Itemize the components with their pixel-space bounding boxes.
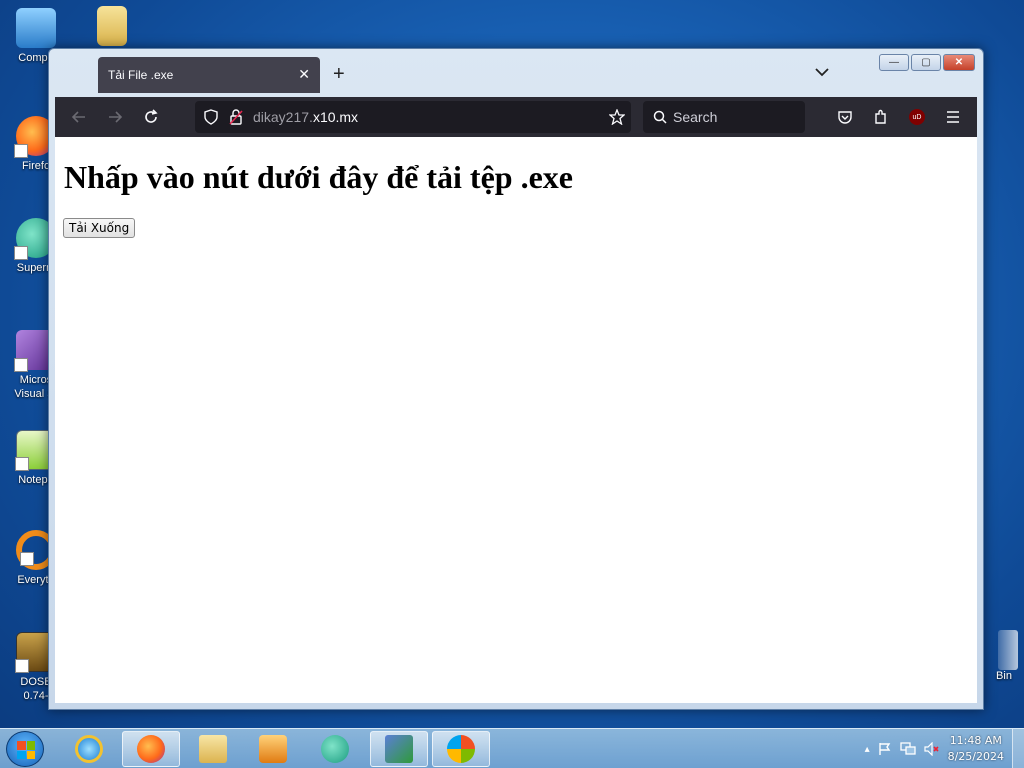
arrow-right-icon	[109, 111, 123, 123]
pocket-button[interactable]	[829, 103, 861, 131]
shortcut-arrow-icon	[15, 457, 29, 471]
desktop-icon-recycle-bin[interactable]: Bin	[984, 630, 1024, 682]
pocket-icon	[838, 111, 852, 124]
list-all-tabs-button[interactable]	[815, 65, 829, 80]
back-button[interactable]	[61, 103, 97, 131]
bookmark-star-icon[interactable]	[609, 109, 625, 125]
taskbar-app-checklist[interactable]	[370, 731, 428, 767]
search-icon	[653, 110, 667, 124]
lock-insecure-icon[interactable]	[229, 109, 243, 125]
reload-icon	[145, 109, 158, 123]
maximize-button[interactable]: ▢	[911, 54, 941, 71]
supermium-icon	[321, 735, 349, 763]
tab-close-icon[interactable]: ✕	[298, 66, 310, 83]
window-controls: — ▢ ✕	[879, 54, 975, 71]
browser-window: — ▢ ✕ Tải File .exe ✕ + dikay217.x10.mx	[48, 48, 984, 710]
clock[interactable]: 11:48 AM 8/25/2024	[948, 733, 1004, 765]
reload-button[interactable]	[133, 103, 169, 131]
system-tray: ▴ 11:48 AM 8/25/2024	[865, 729, 1004, 768]
forward-button[interactable]	[97, 103, 133, 131]
extensions-button[interactable]	[865, 103, 897, 131]
network-icon[interactable]	[899, 742, 916, 756]
url-text[interactable]: dikay217.x10.mx	[253, 109, 358, 125]
folder-icon	[97, 6, 127, 46]
desktop-icon-label: Bin	[996, 670, 1012, 682]
windows-logo-icon	[17, 741, 35, 759]
url-domain: x10.mx	[312, 109, 359, 125]
tray-overflow-button[interactable]: ▴	[865, 744, 870, 755]
ublock-button[interactable]: uD	[901, 103, 933, 131]
new-tab-button[interactable]: +	[333, 63, 345, 86]
puzzle-icon	[875, 109, 886, 124]
show-desktop-button[interactable]	[1012, 729, 1024, 768]
navigation-toolbar: dikay217.x10.mx Search uD	[55, 97, 977, 137]
ublock-icon: uD	[909, 109, 925, 125]
internet-explorer-icon	[75, 735, 103, 763]
computer-icon	[16, 8, 56, 48]
checklist-app-icon	[385, 735, 413, 763]
taskbar-media-player[interactable]	[244, 731, 302, 767]
chevron-down-icon	[815, 68, 829, 77]
close-window-button[interactable]: ✕	[943, 54, 975, 71]
taskbar-windows-app[interactable]	[432, 731, 490, 767]
toolbar-right: uD	[829, 103, 969, 131]
search-bar[interactable]: Search	[643, 101, 805, 133]
clock-time: 11:48 AM	[949, 734, 1002, 747]
windows-orb-icon	[447, 735, 475, 763]
shield-icon[interactable]	[203, 109, 219, 125]
taskbar-internet-explorer[interactable]	[60, 731, 118, 767]
firefox-icon	[137, 735, 165, 763]
page-content: Nhấp vào nút dưới đây để tải tệp .exe Tả…	[55, 137, 977, 703]
media-player-icon	[259, 735, 287, 763]
taskbar-firefox[interactable]	[122, 731, 180, 767]
volume-muted-icon[interactable]	[923, 742, 940, 756]
shortcut-arrow-icon	[14, 246, 28, 260]
shortcut-arrow-icon	[15, 659, 29, 673]
url-subdomain: dikay217.	[253, 109, 313, 125]
clock-date: 8/25/2024	[947, 750, 1004, 763]
desktop-icon-folder[interactable]	[82, 6, 142, 49]
download-button[interactable]: Tải Xuống	[63, 218, 136, 238]
tab-strip: Tải File .exe ✕ +	[55, 57, 863, 93]
arrow-left-icon	[71, 111, 85, 123]
recycle-bin-icon	[998, 630, 1018, 670]
minimize-button[interactable]: —	[879, 54, 909, 71]
taskbar-supermium[interactable]	[306, 731, 364, 767]
hamburger-menu-icon	[947, 111, 959, 123]
app-menu-button[interactable]	[937, 103, 969, 131]
shortcut-arrow-icon	[14, 144, 28, 158]
taskbar-file-explorer[interactable]	[184, 731, 242, 767]
address-bar[interactable]: dikay217.x10.mx	[195, 101, 631, 133]
action-center-flag-icon[interactable]	[878, 742, 892, 756]
tab-title: Tải File .exe	[108, 68, 174, 82]
search-placeholder: Search	[673, 109, 718, 125]
tab-active[interactable]: Tải File .exe ✕	[98, 57, 320, 93]
start-button[interactable]	[6, 731, 44, 767]
taskbar: ▴ 11:48 AM 8/25/2024	[0, 728, 1024, 768]
shortcut-arrow-icon	[20, 552, 34, 566]
page-heading: Nhấp vào nút dưới đây để tải tệp .exe	[64, 159, 573, 195]
folder-icon	[199, 735, 227, 763]
shortcut-arrow-icon	[14, 358, 28, 372]
